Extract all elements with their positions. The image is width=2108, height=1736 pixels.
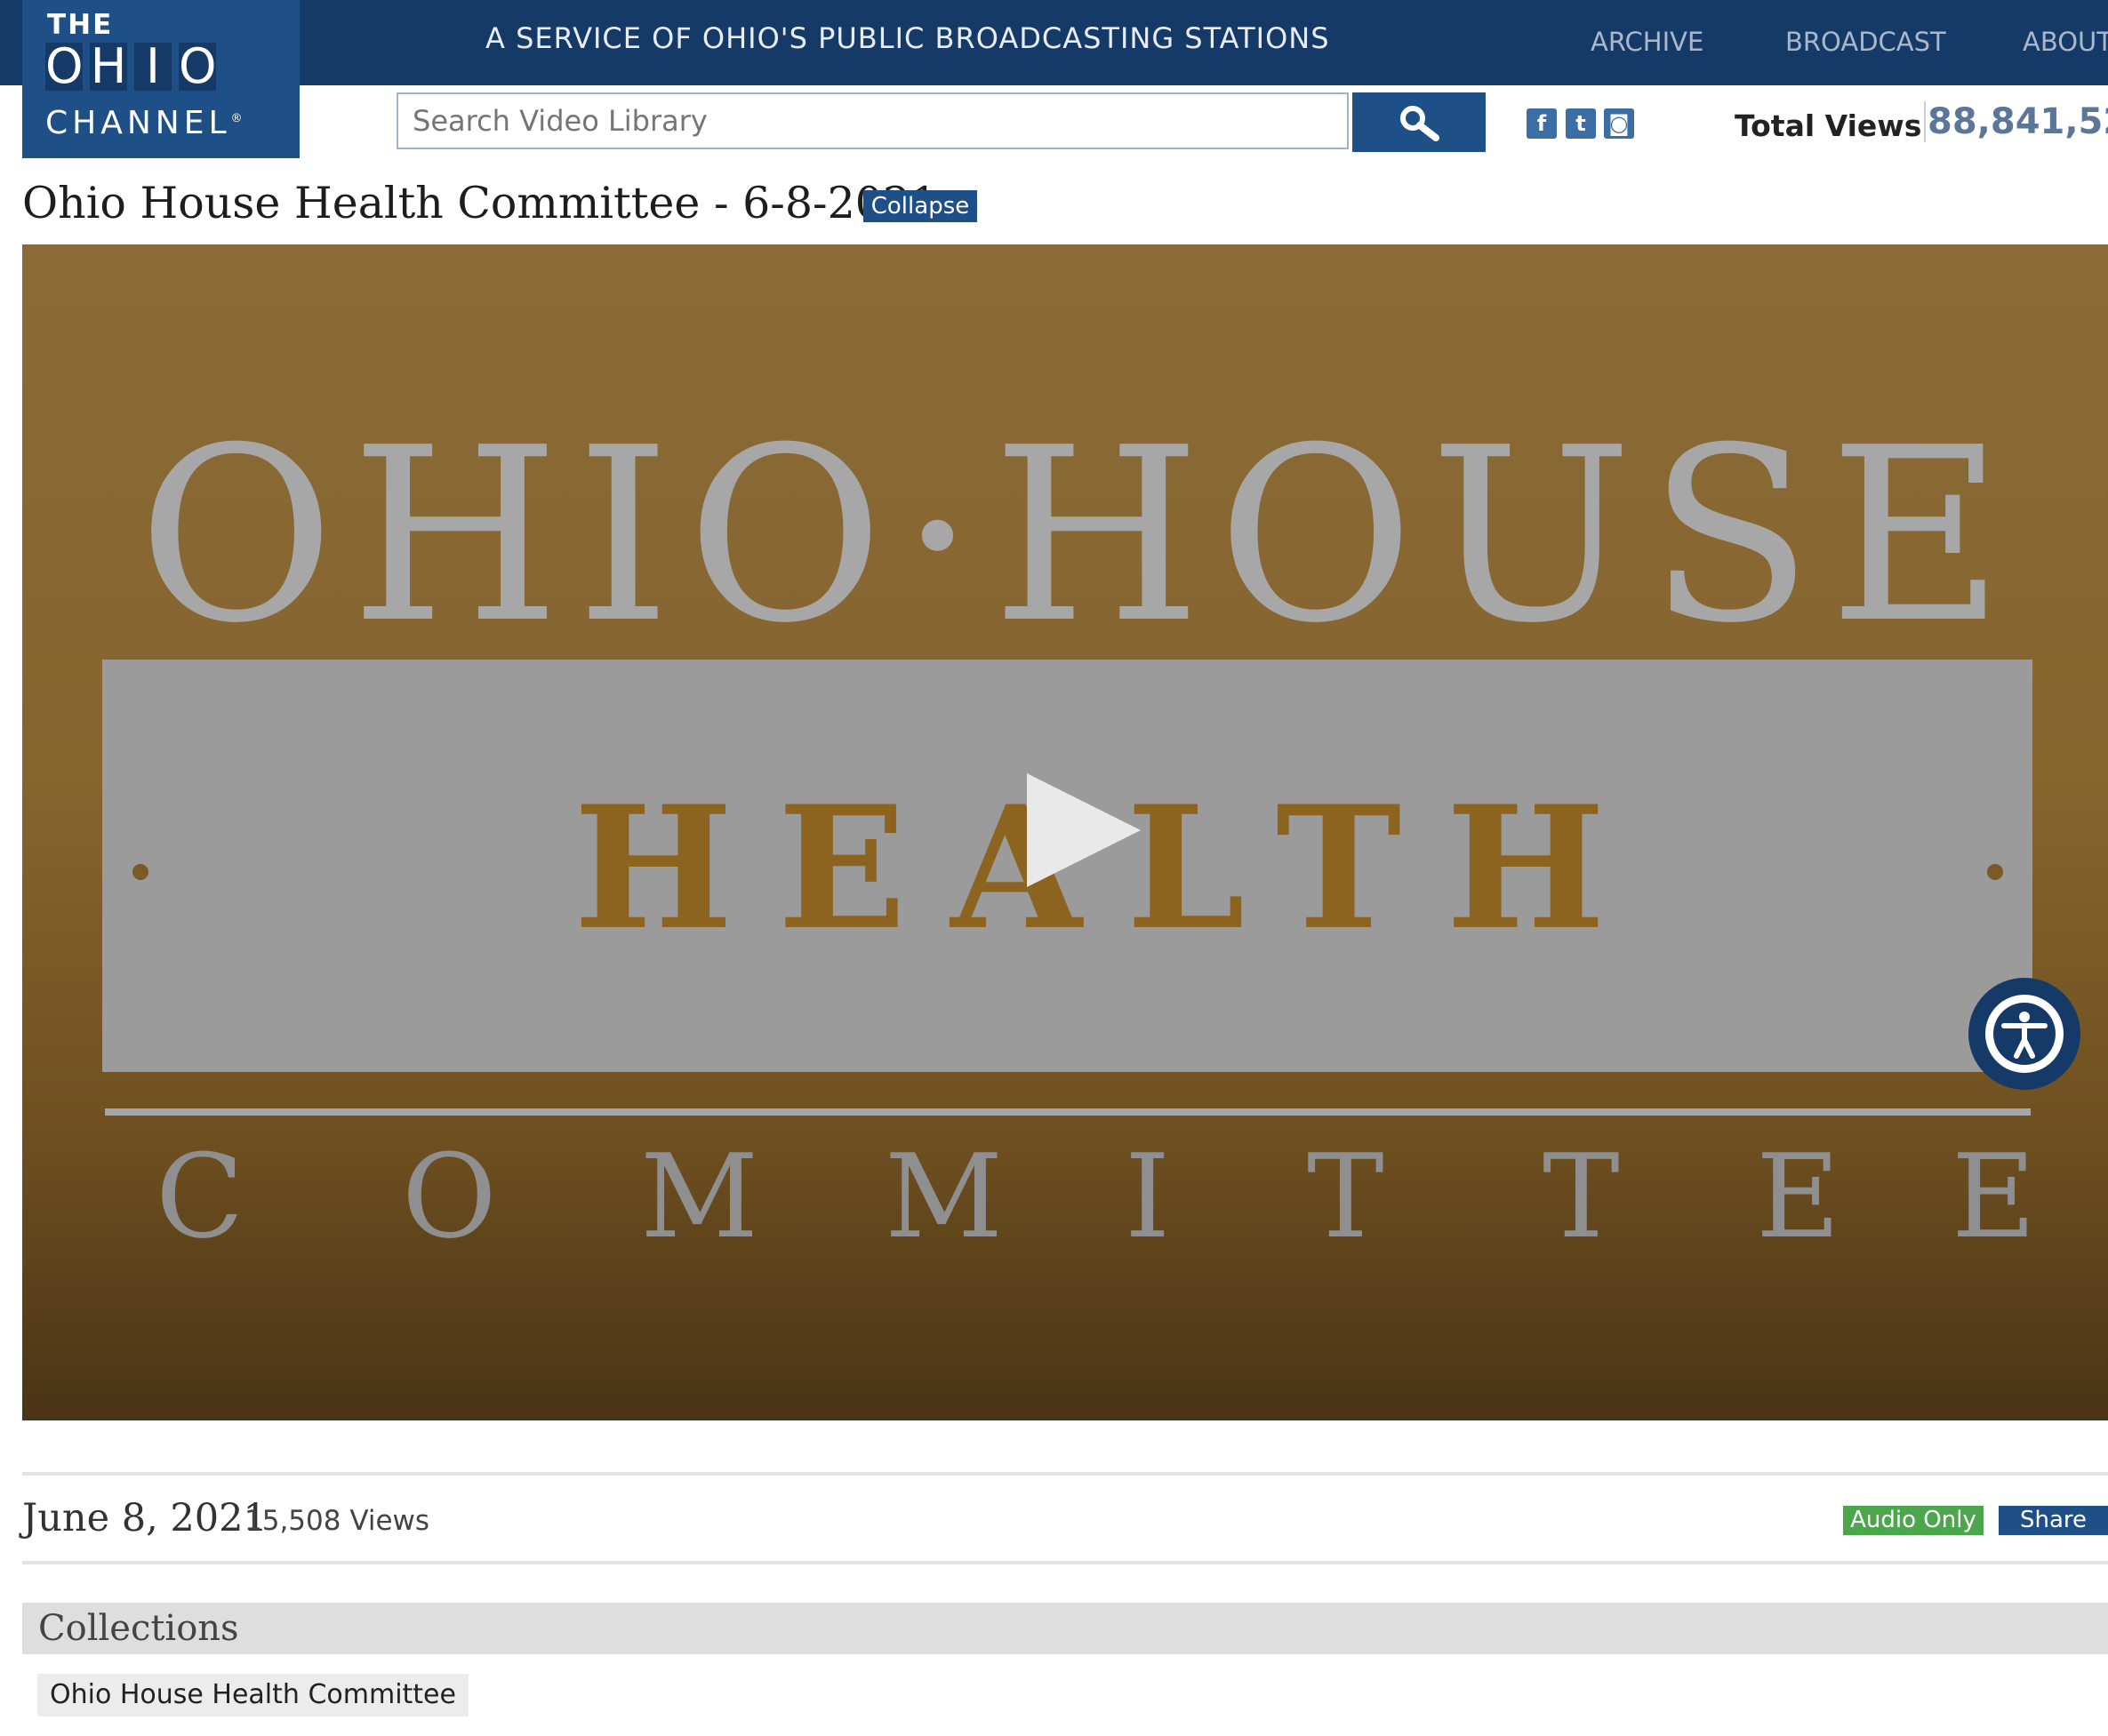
divider	[22, 1561, 2108, 1564]
collection-tag[interactable]: Ohio House Health Committee	[37, 1674, 469, 1716]
audio-only-button[interactable]: Audio Only	[1843, 1506, 1984, 1535]
divider	[22, 1472, 2108, 1476]
thumbnail-letter: M	[640, 1129, 759, 1264]
video-views: 15,508 Views	[244, 1505, 430, 1537]
tagline: A SERVICE OF OHIO'S PUBLIC BROADCASTING …	[485, 21, 1330, 55]
total-views-count: 88,841,522	[1924, 101, 2108, 142]
thumbnail-letter: T	[1543, 1129, 1620, 1264]
video-player[interactable]: OHIO·HOUSE HEALTH C O M M I T T E E	[22, 244, 2108, 1420]
thumbnail-letter: C	[156, 1129, 244, 1264]
logo-letter: I	[134, 43, 172, 91]
collapse-button[interactable]: Collapse	[863, 190, 977, 222]
search-input[interactable]	[397, 92, 1349, 149]
logo-channel-text: CHANNEL	[45, 105, 231, 141]
thumbnail-dot	[132, 864, 148, 880]
search-icon	[1400, 105, 1439, 141]
logo-letter: O	[45, 38, 84, 94]
collections-title: Collections	[38, 1608, 239, 1649]
thumbnail-letter: O	[402, 1129, 497, 1264]
thumbnail-letter: I	[1125, 1129, 1171, 1264]
logo-letter: O	[179, 38, 217, 94]
logo-ohio: O H I O	[45, 38, 217, 94]
page-title: Ohio House Health Committee - 6-8-2021	[22, 178, 939, 228]
nav-about[interactable]: ABOUT	[2023, 27, 2108, 57]
thumbnail-letter: E	[1756, 1129, 1840, 1264]
logo-reg-mark: ®	[230, 112, 243, 125]
twitter-icon[interactable]: t	[1566, 108, 1596, 139]
accessibility-button[interactable]	[1968, 978, 2080, 1090]
accessibility-icon	[1985, 995, 2064, 1073]
thumbnail-dot	[1987, 864, 2003, 880]
thumbnail-text-ohio-house: OHIO·HOUSE	[138, 396, 2021, 676]
play-icon[interactable]	[1027, 773, 1141, 887]
thumbnail-rule	[105, 1108, 2031, 1116]
logo-letter: H	[90, 38, 127, 94]
logo-the: THE	[47, 9, 114, 41]
ohio-channel-logo[interactable]: THE O H I O CHANNEL®	[22, 0, 300, 158]
logo-channel: CHANNEL®	[45, 105, 243, 141]
thumbnail-letter: E	[1952, 1129, 2036, 1264]
total-views-label: Total Views	[1735, 108, 1922, 143]
thumbnail-letter: M	[885, 1129, 1004, 1264]
thumbnail-letter: T	[1307, 1129, 1384, 1264]
share-button[interactable]: Share	[1999, 1506, 2108, 1535]
nav-broadcast[interactable]: BROADCAST	[1785, 27, 1946, 57]
video-date: June 8, 2021	[22, 1496, 268, 1540]
instagram-icon[interactable]: ◙	[1604, 108, 1634, 139]
collections-header: Collections	[22, 1603, 2108, 1654]
nav-archive[interactable]: ARCHIVE	[1591, 27, 1703, 57]
search-button[interactable]	[1352, 92, 1486, 152]
facebook-icon[interactable]: f	[1527, 108, 1557, 139]
